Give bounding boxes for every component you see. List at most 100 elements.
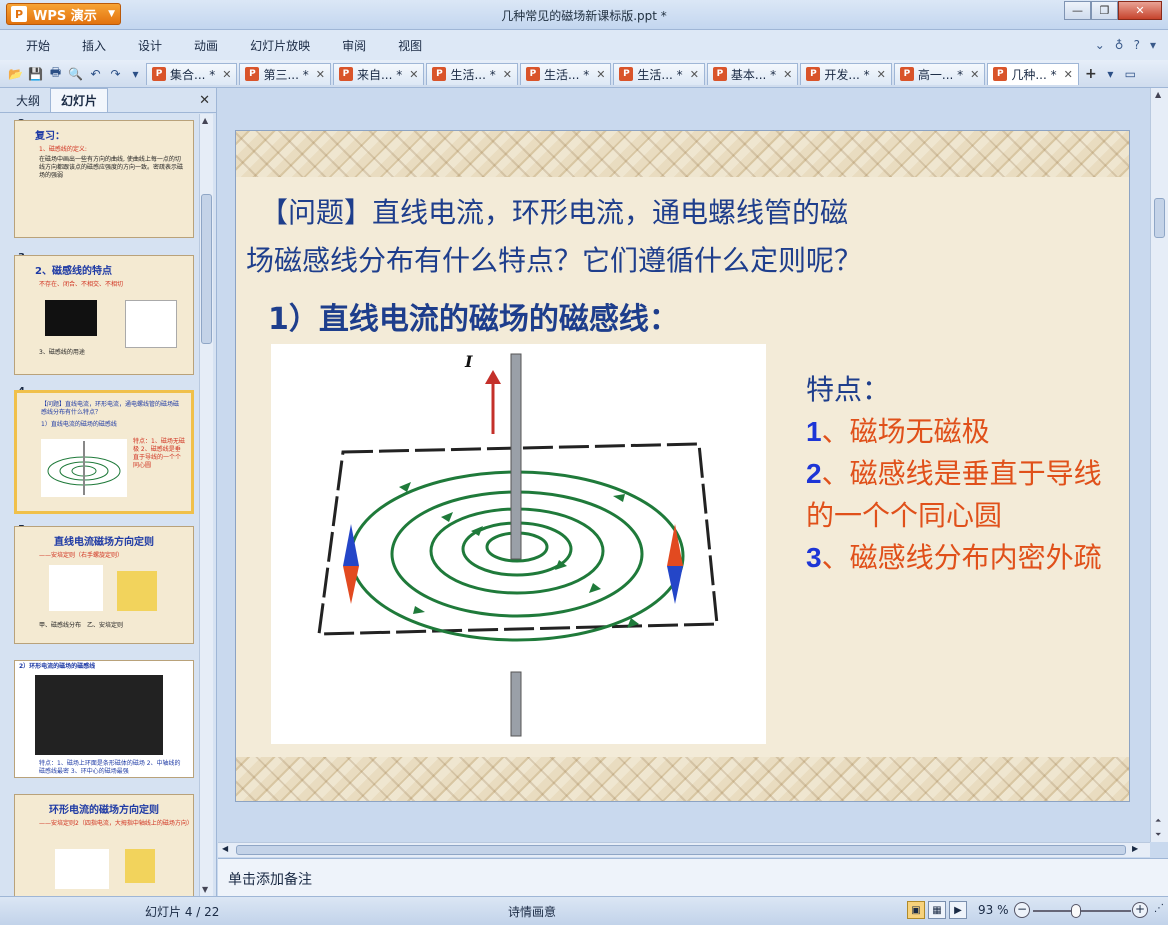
current-slide[interactable]: 【问题】直线电流，环形电流，通电螺线管的磁 场磁感线分布有什么特点？它们遵循什么… [235, 130, 1130, 802]
field-diagram-mini [49, 565, 103, 611]
close-tab-icon[interactable]: ✕ [316, 68, 325, 81]
zoom-slider-handle[interactable] [1071, 904, 1081, 918]
menu-animation[interactable]: 动画 [178, 37, 234, 54]
collapse-ribbon-icon[interactable]: ⌄ [1095, 38, 1105, 52]
hand-mini [125, 849, 155, 883]
open-folder-icon[interactable]: 📂 [6, 64, 25, 83]
undo-icon[interactable]: ↶ [86, 64, 105, 83]
customize-toolbar-icon[interactable]: ▾ [126, 64, 145, 83]
magnetic-field-lines-diagram[interactable]: I [271, 344, 766, 744]
redo-icon[interactable]: ↷ [106, 64, 125, 83]
slide-thumbnail-selected[interactable]: 【问题】直线电流，环形电流，通电螺线管的磁场磁感线分布有什么特点？ 1）直线电流… [14, 390, 194, 514]
document-tab-bar: 📂 💾 🖶 🔍 ↶ ↷ ▾ P 集合... * ✕ P 第三... * ✕ P 来自...… [0, 60, 1168, 88]
menu-insert[interactable]: 插入 [66, 37, 122, 54]
close-window-button[interactable]: ✕ [1118, 1, 1162, 20]
menu-view[interactable]: 视图 [382, 37, 438, 54]
slideshow-icon[interactable]: ▶ [949, 901, 967, 919]
scroll-thumb[interactable] [201, 194, 212, 344]
scroll-thumb[interactable] [236, 845, 1126, 855]
features-heading: 特点： [806, 373, 891, 406]
close-tab-icon[interactable]: ✕ [877, 68, 886, 81]
close-tab-icon[interactable]: ✕ [783, 68, 792, 81]
menu-home[interactable]: 开始 [10, 37, 66, 54]
close-tab-icon[interactable]: ✕ [503, 68, 512, 81]
ppt-file-icon: P [619, 67, 634, 81]
slide-thumbnail[interactable]: 复习： 1、磁感线的定义: 在磁场中画出一些有方向的曲线, 使曲线上每一点的切线… [14, 120, 194, 238]
next-slide-icon[interactable]: ⏷ [1155, 830, 1161, 840]
zoom-in-button[interactable]: + [1132, 902, 1148, 918]
menu-review[interactable]: 审阅 [326, 37, 382, 54]
close-panel-icon[interactable]: ✕ [199, 93, 210, 108]
subheading[interactable]: 1）直线电流的磁场的磁感线： [268, 294, 679, 338]
menu-design[interactable]: 设计 [122, 37, 178, 54]
slide-thumbnail[interactable]: 环形电流的磁场方向定则 ——安培定则2（四指电流，大拇指中轴线上的磁场方向） [14, 794, 194, 896]
doc-tab[interactable]: P 第三... * ✕ [239, 62, 331, 85]
tab-slides[interactable]: 幻灯片 [50, 88, 109, 112]
close-tab-icon[interactable]: ✕ [1064, 68, 1073, 81]
scroll-up-icon[interactable]: ▲ [1155, 90, 1161, 99]
tab-layout-icon[interactable]: ▭ [1121, 64, 1140, 83]
minimize-button[interactable]: — [1064, 1, 1091, 20]
question-text[interactable]: 【问题】直线电流，环形电流，通电螺线管的磁 场磁感线分布有什么特点？它们遵循什么… [246, 189, 1046, 285]
doc-tab[interactable]: P 开发... * ✕ [800, 62, 892, 85]
scroll-thumb[interactable] [1154, 198, 1165, 238]
resize-grip-icon[interactable]: ⋰ [1154, 903, 1164, 914]
scroll-left-icon[interactable]: ◀ [222, 844, 228, 853]
doc-tab[interactable]: P 生活... * ✕ [519, 62, 612, 85]
close-tab-icon[interactable]: ✕ [970, 68, 979, 81]
magnet-field-image [45, 300, 97, 336]
close-tab-icon[interactable]: ✕ [222, 68, 231, 81]
slide-thumbnail[interactable]: 直线电流磁场方向定则 ——安培定则（右手螺旋定则） 甲、磁感线分布 乙、安培定则 [14, 526, 194, 644]
features-text[interactable]: 特点： 1、磁场无磁极 2、磁感线是垂直于导线的一个个同心圆 3、磁感线分布内密… [806, 369, 1129, 579]
ppt-file-icon: P [806, 67, 821, 81]
ring-field-mini [55, 849, 109, 889]
close-tab-icon[interactable]: ✕ [596, 68, 605, 81]
skin-icon[interactable]: ♁ [1115, 38, 1124, 52]
ppt-file-icon: P [245, 67, 260, 81]
scroll-up-icon[interactable]: ▲ [202, 116, 208, 125]
doc-tab[interactable]: P 生活... * ✕ [426, 62, 518, 85]
tab-list-dropdown-icon[interactable]: ▾ [1101, 64, 1120, 83]
thumbnail-scrollbar[interactable]: ▲ ▼ [199, 114, 213, 896]
zoom-slider-track[interactable] [1033, 910, 1131, 912]
prev-slide-icon[interactable]: ⏶ [1155, 816, 1161, 826]
doc-tab[interactable]: P 来自... * ✕ [332, 62, 425, 85]
doc-tab[interactable]: P 基本... * ✕ [706, 62, 799, 85]
ring-current-image [35, 675, 163, 755]
help-dropdown-icon[interactable]: ▾ [1150, 38, 1156, 52]
slide-thumbnail[interactable]: 2）环形电流的磁场的磁感线 特点：1、磁场上环面是条形磁体的磁场 2、中轴线的磁… [14, 660, 194, 778]
feature-item: 1、磁场无磁极 [806, 415, 990, 448]
doc-tab[interactable]: P 集合... * ✕ [146, 62, 238, 85]
zoom-out-button[interactable]: − [1014, 902, 1030, 918]
close-tab-icon[interactable]: ✕ [690, 68, 699, 81]
slide-thumbnail[interactable]: 2、磁感线的特点 不存在、闭合、不相交、不相切 3、磁感线的用途 [14, 255, 194, 375]
tab-outline[interactable]: 大纲 [6, 89, 50, 112]
print-icon[interactable]: 🖶 [46, 64, 65, 83]
feature-item: 2、磁感线是垂直于导线的一个个同心圆 [806, 457, 1102, 532]
slide-sorter-icon[interactable]: ▦ [928, 901, 946, 919]
slide-counter: 幻灯片 4 / 22 [145, 905, 220, 919]
save-icon[interactable]: 💾 [26, 64, 45, 83]
slide-editor: 【问题】直线电流，环形电流，通电螺线管的磁 场磁感线分布有什么特点？它们遵循什么… [218, 88, 1168, 857]
scroll-right-icon[interactable]: ▶ [1132, 844, 1138, 853]
normal-view-icon[interactable]: ▣ [907, 901, 925, 919]
close-tab-icon[interactable]: ✕ [409, 68, 418, 81]
slides-panel: 大纲 幻灯片 ✕ 2 ☆ 复习： 1、磁感线的定义: 在磁场中画出一些有方向的曲… [0, 88, 217, 896]
help-icon[interactable]: ? [1134, 38, 1140, 52]
notes-placeholder[interactable]: 单击添加备注 [218, 858, 1168, 896]
theme-name: 诗情画意 [508, 905, 557, 919]
scroll-down-icon[interactable]: ▼ [202, 885, 208, 894]
slide-vertical-scrollbar[interactable]: ▲ ⏶ ⏷ [1150, 88, 1168, 842]
slide-horizontal-scrollbar[interactable]: ◀ ▶ [218, 842, 1150, 857]
new-tab-button[interactable]: + [1081, 64, 1101, 84]
ppt-file-icon: P [993, 67, 1008, 81]
doc-tab-active[interactable]: P 几种... * ✕ [987, 62, 1079, 85]
zoom-level: 93 % [978, 903, 1009, 917]
print-preview-icon[interactable]: 🔍 [66, 64, 85, 83]
doc-tab[interactable]: P 高一... * ✕ [893, 62, 986, 85]
doc-tab[interactable]: P 生活... * ✕ [613, 62, 705, 85]
maximize-button[interactable]: ❐ [1091, 1, 1118, 20]
ppt-file-icon: P [338, 67, 353, 81]
menu-slideshow[interactable]: 幻灯片放映 [234, 37, 326, 54]
menu-bar: 开始 插入 设计 动画 幻灯片放映 审阅 视图 ⌄ ♁ ? ▾ [0, 30, 1168, 60]
